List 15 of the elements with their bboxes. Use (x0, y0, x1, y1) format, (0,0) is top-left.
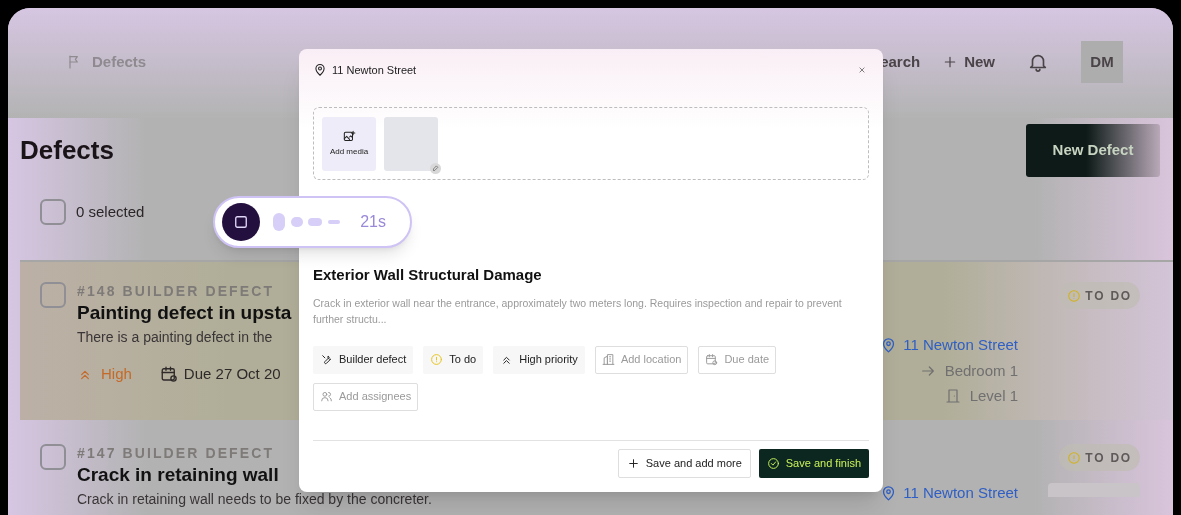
due-date: Due 27 Oct 20 (183, 364, 281, 384)
priority-label: High (101, 364, 132, 384)
location-label: 11 Newton Street (332, 62, 417, 78)
defect-description: There is a painting defect in the (77, 329, 273, 345)
page-title: Defects (20, 134, 114, 167)
recording-timer: 21s (360, 212, 386, 232)
defect-description: Crack in retaining wall needs to be fixed by the concreter. (77, 491, 432, 507)
level-label: Level 1 (969, 386, 1018, 406)
status-badge: TO DO (1059, 444, 1140, 471)
defect-reference: #147 BUILDER DEFECT (77, 444, 275, 463)
status-badge: TO DO (1059, 282, 1140, 309)
defect-title: Exterior Wall Structural Damage (313, 265, 543, 285)
defect-description: Crack in exterior wall near the entrance, approximately two meters long. Requires inspection and repair to prevent further structu... (313, 295, 843, 327)
room-label: Bedroom 1 (944, 360, 1018, 381)
selection-count: 0 selected (76, 201, 145, 222)
